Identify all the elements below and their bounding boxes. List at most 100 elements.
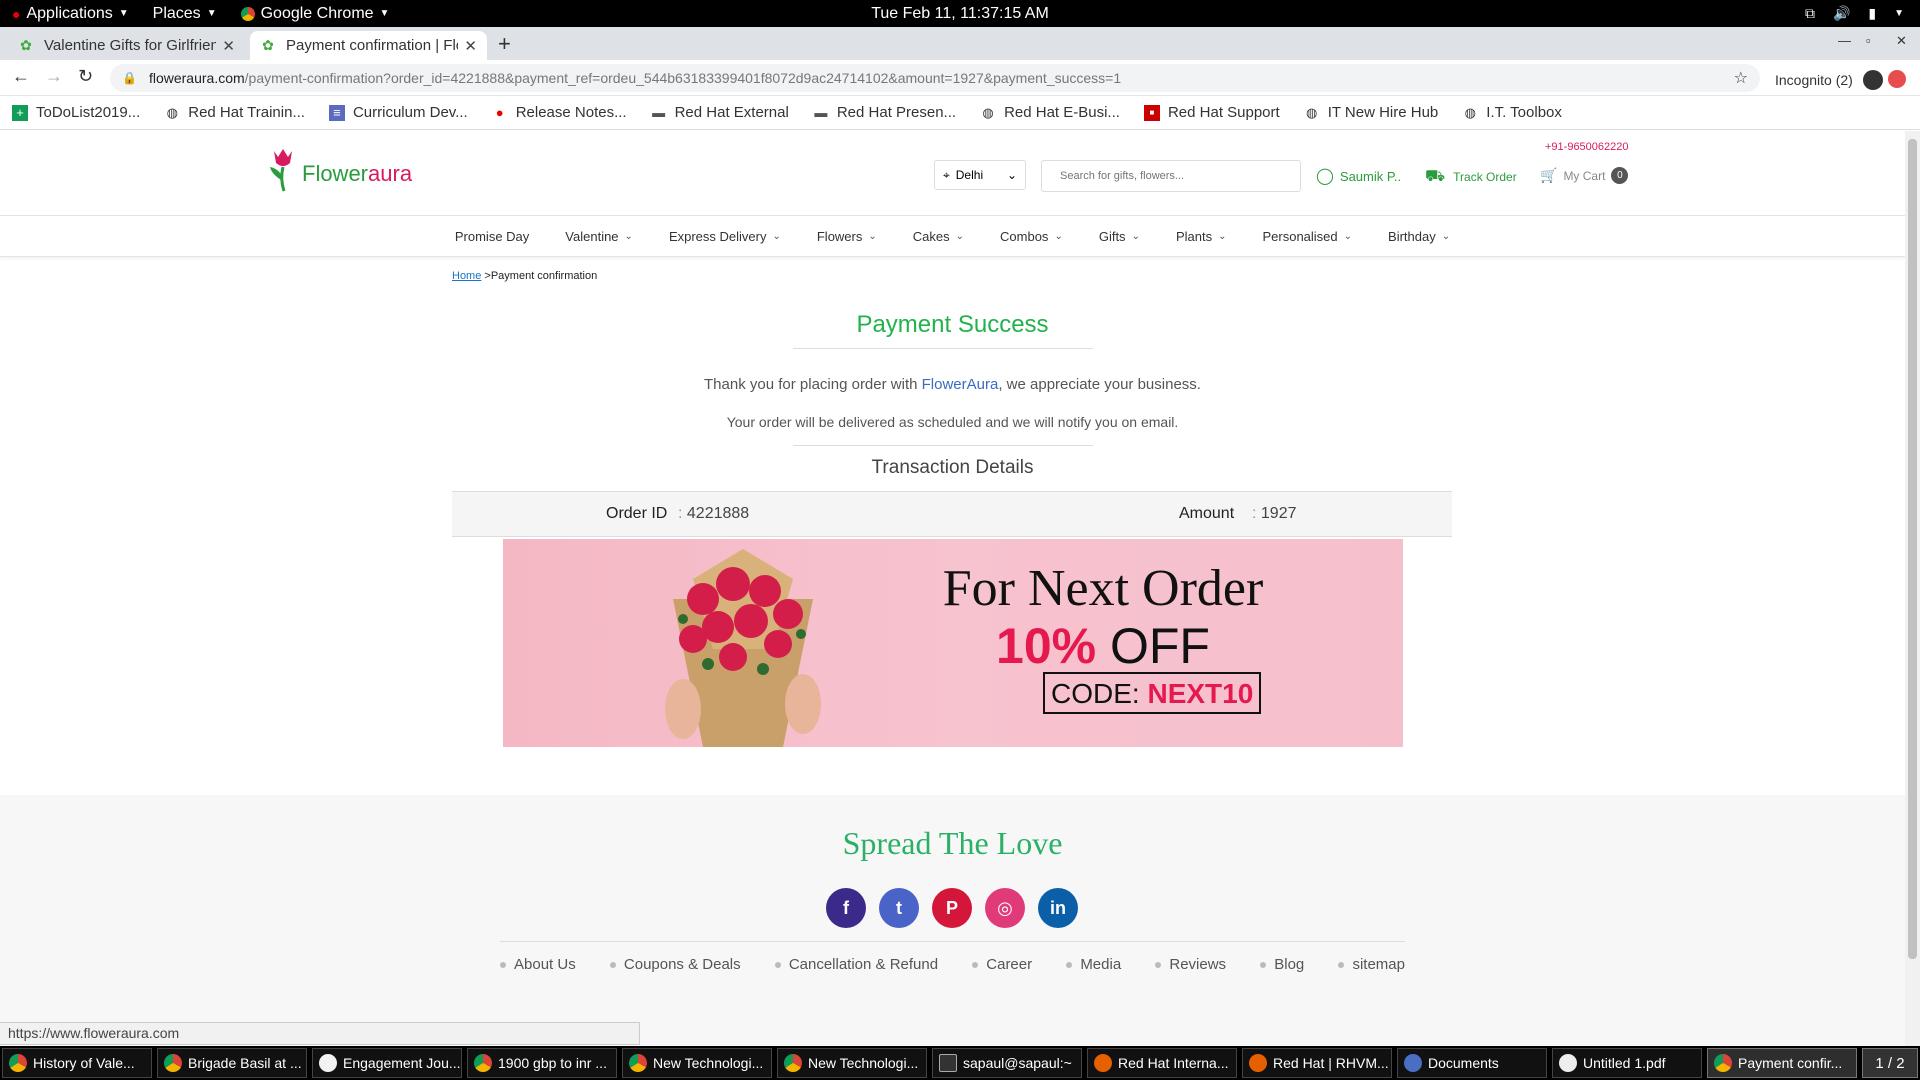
network-icon[interactable]: ⧉ xyxy=(1805,5,1815,22)
scrollbar-thumb[interactable] xyxy=(1908,139,1917,959)
workspace-switcher[interactable]: 1 / 2 xyxy=(1862,1048,1918,1078)
new-tab-button[interactable]: + xyxy=(498,31,511,57)
forward-arrow-icon[interactable]: → xyxy=(45,66,63,87)
bookmark-star-icon[interactable]: ☆ xyxy=(1734,68,1748,88)
taskbar-window-button[interactable]: Payment confir... xyxy=(1707,1048,1857,1078)
instagram-icon[interactable]: ◎ xyxy=(985,888,1025,928)
system-tray[interactable]: ⧉ 🔊 ▮ ▼ xyxy=(1805,0,1904,27)
footer-link[interactable]: About Us xyxy=(500,956,576,973)
phone-number[interactable]: +91-9650062220 xyxy=(1545,141,1629,153)
footer-link[interactable]: sitemap xyxy=(1338,956,1405,973)
power-caret-icon[interactable]: ▼ xyxy=(1894,8,1904,19)
close-icon[interactable]: ✕ xyxy=(222,37,235,55)
search-input[interactable] xyxy=(1041,160,1301,192)
bookmark-item[interactable]: ◍ I.T. Toolbox xyxy=(1450,104,1574,121)
footer-link[interactable]: Blog xyxy=(1260,956,1304,973)
lock-icon[interactable]: 🔒 xyxy=(122,71,137,85)
bookmark-item[interactable]: ▬ Red Hat Presen... xyxy=(801,104,968,121)
menu-icon[interactable] xyxy=(1888,70,1906,88)
footer-link[interactable]: Media xyxy=(1066,956,1121,973)
chevron-down-icon: ⌄ xyxy=(1218,230,1227,242)
bookmark-item[interactable]: ◍ Red Hat Trainin... xyxy=(152,104,317,121)
bookmark-item[interactable]: + ToDoList2019... xyxy=(0,104,152,121)
bookmark-item[interactable]: ◍ IT New Hire Hub xyxy=(1292,104,1451,121)
menu-item-express-delivery[interactable]: Express Delivery ⌄ xyxy=(651,229,799,244)
bookmark-item[interactable]: ● Release Notes... xyxy=(480,104,639,121)
breadcrumb-current: Payment confirmation xyxy=(490,270,598,282)
taskbar-window-button[interactable]: 1900 gbp to inr ... xyxy=(467,1048,617,1078)
address-bar[interactable]: 🔒 floweraura.com/payment-confirmation?or… xyxy=(110,64,1760,92)
menu-item-plants[interactable]: Plants ⌄ xyxy=(1158,229,1245,244)
next-order-promo-banner[interactable]: For Next Order 10% OFF CODE: NEXT10 xyxy=(503,539,1403,747)
footer-link[interactable]: Cancellation & Refund xyxy=(774,956,938,973)
tab-payment-confirmation[interactable]: ✿ Payment confirmation | Flo ✕ xyxy=(250,31,487,60)
footer-link[interactable]: Coupons & Deals xyxy=(609,956,741,973)
footer-link-label: Career xyxy=(986,956,1033,973)
menu-item-flowers[interactable]: Flowers ⌄ xyxy=(799,229,895,244)
taskbar-window-button[interactable]: Documents xyxy=(1397,1048,1547,1078)
reload-icon[interactable]: ↻ xyxy=(78,66,93,87)
minimize-icon[interactable]: — xyxy=(1838,33,1851,48)
city-selector[interactable]: ⌖ Delhi ⌄ xyxy=(934,160,1026,190)
floweraura-logo[interactable]: Floweraura xyxy=(266,145,412,202)
floweraura-favicon-icon: ✿ xyxy=(20,37,32,53)
menu-item-gifts[interactable]: Gifts ⌄ xyxy=(1081,229,1158,244)
maximize-icon[interactable]: ▫ xyxy=(1866,33,1871,48)
bookmark-item[interactable]: ■ Red Hat Support xyxy=(1132,104,1292,121)
taskbar-window-label: Red Hat Interna... xyxy=(1118,1055,1229,1071)
track-order-link[interactable]: ⛟ Track Order xyxy=(1425,167,1517,187)
bookmark-item[interactable]: ≡ Curriculum Dev... xyxy=(317,104,480,121)
footer-link[interactable]: Reviews xyxy=(1155,956,1226,973)
taskbar-window-button[interactable]: Red Hat | RHVM... xyxy=(1242,1048,1392,1078)
cart-icon: 🛒 xyxy=(1540,167,1558,183)
bookmark-label: Release Notes... xyxy=(515,104,627,121)
window-close-icon[interactable]: ✕ xyxy=(1896,33,1907,49)
taskbar-window-button[interactable]: Brigade Basil at ... xyxy=(157,1048,307,1078)
bookmark-label: IT New Hire Hub xyxy=(1327,104,1439,121)
places-menu[interactable]: Places ▼ xyxy=(141,5,229,23)
bookmark-item[interactable]: ▬ Red Hat External xyxy=(639,104,801,121)
facebook-icon[interactable]: f xyxy=(826,888,866,928)
footer-link-label: Reviews xyxy=(1169,956,1227,973)
taskbar-window-button[interactable]: Engagement Jou... xyxy=(312,1048,462,1078)
menu-item-valentine[interactable]: Valentine ⌄ xyxy=(547,229,651,244)
incognito-indicator[interactable]: Incognito (2) xyxy=(1775,70,1883,90)
applications-menu[interactable]: ● Applications ▼ xyxy=(0,5,141,23)
taskbar-window-label: New Technologi... xyxy=(808,1055,919,1071)
breadcrumb-home-link[interactable]: Home xyxy=(452,270,481,282)
menu-item-cakes[interactable]: Cakes ⌄ xyxy=(895,229,982,244)
menu-item-personalised[interactable]: Personalised ⌄ xyxy=(1244,229,1370,244)
window-list-taskbar: History of Vale... Brigade Basil at ... En… xyxy=(0,1046,1920,1080)
taskbar-window-button[interactable]: History of Vale... xyxy=(2,1048,152,1078)
menu-item-promise-day[interactable]: Promise Day xyxy=(437,229,547,244)
twitter-icon[interactable]: t xyxy=(879,888,919,928)
taskbar-window-button[interactable]: Untitled 1.pdf xyxy=(1552,1048,1702,1078)
cart-button[interactable]: 🛒 My Cart 0 xyxy=(1540,167,1629,184)
close-icon[interactable]: ✕ xyxy=(464,37,477,55)
taskbar-window-button[interactable]: New Technologi... xyxy=(777,1048,927,1078)
chrome-app-menu[interactable]: Google Chrome ▼ xyxy=(229,5,402,23)
menu-item-label: Gifts xyxy=(1098,228,1126,244)
clock[interactable]: Tue Feb 11, 11:37:15 AM xyxy=(871,5,1049,22)
footer-link[interactable]: Career xyxy=(972,956,1032,973)
tab-valentine-gifts[interactable]: ✿ Valentine Gifts for Girlfrien ✕ xyxy=(8,31,245,60)
thank-you-message: Thank you for placing order with FlowerA… xyxy=(0,376,1905,393)
taskbar-window-button[interactable]: Red Hat Interna... xyxy=(1087,1048,1237,1078)
back-arrow-icon[interactable]: ← xyxy=(12,66,30,87)
promo-code-box: CODE: NEXT10 xyxy=(1043,672,1262,714)
pinterest-icon[interactable]: P xyxy=(932,888,972,928)
battery-icon[interactable]: ▮ xyxy=(1868,5,1876,22)
bookmark-item[interactable]: ◍ Red Hat E-Busi... xyxy=(968,104,1132,121)
taskbar-window-button[interactable]: sapaul@sapaul:~ xyxy=(932,1048,1082,1078)
account-menu[interactable]: ◯ Saumik P.. xyxy=(1316,166,1401,186)
linkedin-icon[interactable]: in xyxy=(1038,888,1078,928)
taskbar-window-label: 1900 gbp to inr ... xyxy=(498,1055,607,1071)
volume-icon[interactable]: 🔊 xyxy=(1833,5,1850,22)
taskbar-window-button[interactable]: New Technologi... xyxy=(622,1048,772,1078)
menu-item-birthday[interactable]: Birthday ⌄ xyxy=(1370,229,1468,244)
menu-item-combos[interactable]: Combos ⌄ xyxy=(982,229,1081,244)
menu-item-label: Promise Day xyxy=(454,228,530,244)
places-label: Places xyxy=(152,4,201,22)
page-scrollbar[interactable] xyxy=(1905,131,1920,1046)
site-header: Floweraura +91-9650062220 ⌖ Delhi ⌄ ◯ Sa… xyxy=(0,131,1905,215)
